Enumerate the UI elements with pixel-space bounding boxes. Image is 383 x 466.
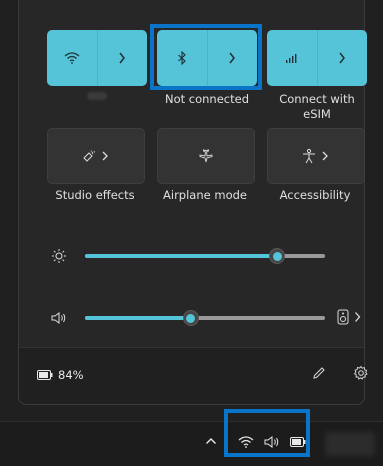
volume-slider[interactable] — [85, 316, 325, 320]
chevron-right-icon — [355, 312, 361, 322]
cellular-toggle[interactable] — [267, 53, 317, 63]
battery-status[interactable]: 84% — [37, 368, 84, 382]
cellular-signal-icon — [285, 54, 297, 63]
chevron-right-icon — [119, 52, 126, 64]
studio-effects-icon — [83, 150, 108, 162]
gear-icon — [353, 365, 368, 380]
bluetooth-toggle[interactable] — [157, 51, 207, 65]
edit-quick-settings-button[interactable] — [311, 365, 327, 381]
bluetooth-expand-button[interactable] — [208, 52, 258, 64]
wifi-icon — [64, 52, 80, 64]
battery-percent: 84% — [58, 368, 84, 382]
speaker-icon — [51, 311, 67, 325]
accessibility-icon — [303, 148, 328, 164]
accessibility-tile[interactable] — [267, 128, 365, 184]
speaker-icon — [264, 436, 279, 448]
pencil-icon — [313, 367, 325, 379]
wifi-tile[interactable] — [47, 30, 147, 86]
brightness-icon — [51, 248, 67, 264]
wifi-expand-button[interactable] — [98, 52, 148, 64]
cellular-label-line2: eSIM — [303, 107, 331, 121]
airplane-mode-label: Airplane mode — [163, 188, 247, 202]
chevron-right-icon — [339, 52, 346, 64]
chevron-up-icon — [206, 438, 216, 444]
wifi-toggle[interactable] — [47, 52, 97, 64]
volume-slider-fill — [85, 316, 191, 320]
battery-icon — [37, 370, 53, 380]
brightness-slider-fill — [85, 254, 277, 258]
wifi-network-name-blurred — [87, 92, 107, 100]
studio-effects-label: Studio effects — [55, 188, 135, 202]
clock-blurred[interactable] — [325, 432, 375, 456]
wifi-icon — [238, 436, 254, 448]
bluetooth-status-label: Not connected — [164, 92, 250, 106]
battery-icon — [290, 437, 306, 447]
brightness-slider[interactable] — [85, 254, 325, 258]
show-hidden-icons-button[interactable] — [205, 436, 217, 446]
cellular-expand-button[interactable] — [318, 52, 368, 64]
bluetooth-tile[interactable] — [157, 30, 257, 86]
chevron-right-icon — [229, 52, 236, 64]
audio-output-button[interactable] — [337, 309, 361, 325]
bluetooth-icon — [177, 51, 186, 65]
cellular-tile[interactable] — [267, 30, 367, 86]
cellular-label: Connect with eSIM — [267, 92, 367, 122]
system-tray-status-group[interactable] — [238, 435, 306, 449]
airplane-icon — [199, 149, 213, 163]
speaker-device-icon — [337, 309, 349, 325]
settings-button[interactable] — [353, 365, 369, 381]
accessibility-label: Accessibility — [279, 188, 351, 202]
airplane-mode-tile[interactable] — [157, 128, 255, 184]
taskbar — [0, 421, 383, 466]
quick-settings-panel: Not connected Connect with eSIM Studio e… — [18, 0, 368, 405]
cellular-label-line1: Connect with — [279, 92, 355, 106]
brightness-slider-thumb[interactable] — [269, 248, 285, 264]
studio-effects-tile[interactable] — [47, 128, 145, 184]
volume-slider-thumb[interactable] — [182, 310, 199, 326]
quick-settings-footer: 84% — [19, 347, 368, 404]
